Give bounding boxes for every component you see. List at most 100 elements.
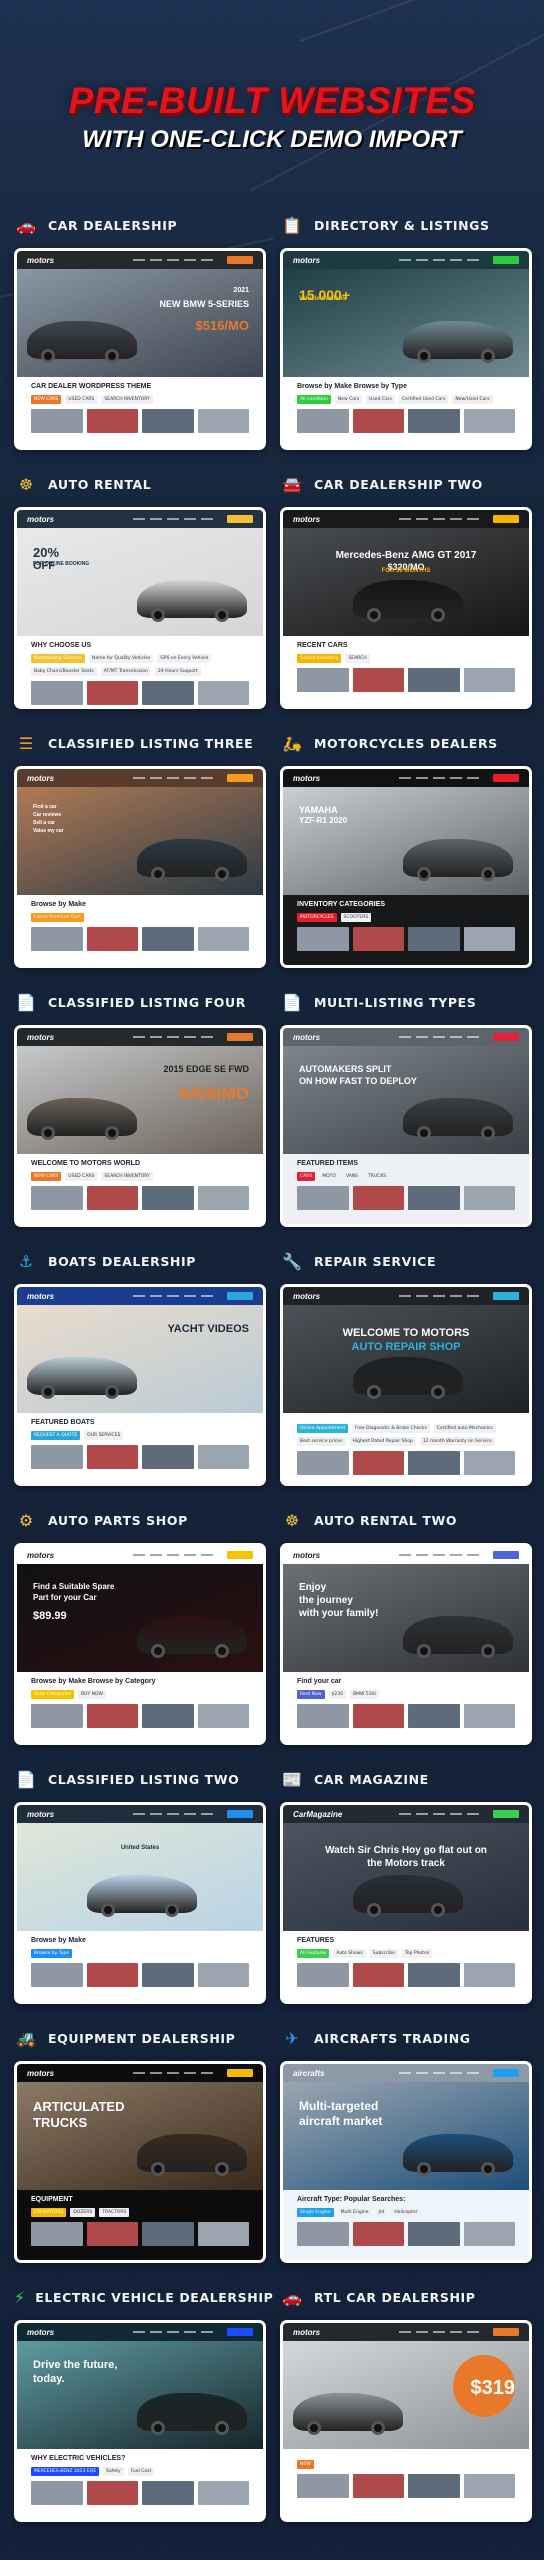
thumb-label: Top Photos — [401, 1949, 433, 1958]
demo-preview[interactable]: motors WELCOME TO MOTORS AUTO REPAIR SHOP… — [280, 1284, 532, 1486]
section-title: WHY CHOOSE US — [31, 642, 92, 649]
demo-row: 🚗 CAR DEALERSHIP motors 2021 NEW BMW 5-SE… — [0, 212, 544, 471]
preview-navbar: motors — [17, 1805, 263, 1823]
thumb-label: Auto Shows — [333, 1949, 366, 1958]
demo-rtl-car-dealership[interactable]: 🚗 RTL CAR DEALERSHIP motors $319 NEW — [280, 2284, 532, 2522]
preview-content: Browse by Make Browse by Type — [17, 1931, 263, 2001]
demo-title: MOTORCYCLES DEALERS — [314, 735, 498, 751]
demo-preview[interactable]: CarMagazine Watch Sir Chris Hoy go flat … — [280, 1802, 532, 2004]
demo-preview[interactable]: motors ARTICULATED TRUCKS EQUIPMENT EXCAV… — [14, 2061, 266, 2263]
demo-row: ⚡ ELECTRIC VEHICLE DEALERSHIP motors Dri… — [0, 2284, 544, 2543]
thumb-label: Shop Categories — [31, 1690, 75, 1699]
demo-preview[interactable]: motors United States Browse by Make Brow… — [14, 1802, 266, 2004]
demo-classified-listing-four[interactable]: 📄 CLASSIFIED LISTING FOUR motors 2015 ED… — [14, 989, 266, 1227]
preview-content: CAR DEALER WORDPRESS THEME NEW CARS USED … — [17, 377, 263, 447]
demo-boats-dealership[interactable]: ⚓ BOATS DEALERSHIP motors YACHT VIDEOS F… — [14, 1248, 266, 1486]
demo-row: ⚓ BOATS DEALERSHIP motors YACHT VIDEOS F… — [0, 1248, 544, 1507]
demo-preview[interactable]: motors 15 000+ Vehicle Available Browse b… — [280, 248, 532, 450]
demo-car-magazine[interactable]: 📰 CAR MAGAZINE CarMagazine Watch Sir Chr… — [280, 1766, 532, 2004]
thumb-label: Baby Chairs/Booster Seats — [31, 667, 97, 676]
demo-preview[interactable]: motors YAMAHA YZF-R1 2020 INVENTORY CATEG… — [280, 766, 532, 968]
thumb-label: MOTO — [319, 1172, 339, 1181]
demo-preview[interactable]: aircrafts Multi-targeted aircraft market … — [280, 2061, 532, 2263]
demo-directory-listings[interactable]: 📋 DIRECTORY & LISTINGS motors 15 000+ Veh… — [280, 212, 532, 450]
demo-preview[interactable]: motors 20% OFF FOR ONLINE BOOKING WHY CHOO… — [14, 507, 266, 709]
hero-text: Value my car — [33, 828, 64, 834]
lightning-icon: ⚡ — [14, 2287, 26, 2307]
demo-classified-listing-three[interactable]: ☰ CLASSIFIED LISTING THREE motors Find a… — [14, 730, 266, 968]
demo-repair-service[interactable]: 🔧 REPAIR SERVICE motors WELCOME TO MOTOR… — [280, 1248, 532, 1486]
demo-preview[interactable]: motors Enjoy the journey with your family!… — [280, 1543, 532, 1745]
thumb-label: VANS — [342, 1172, 362, 1181]
hero-text: ON HOW FAST TO DEPLOY — [299, 1076, 417, 1086]
preview-hero: 2015 EDGE SE FWD $458/MO — [17, 1046, 263, 1154]
preview-navbar: aircrafts — [283, 2064, 529, 2082]
demo-auto-rental-two[interactable]: ☸ AUTO RENTAL TWO motors Enjoy the journe… — [280, 1507, 532, 1745]
wheel-icon: ⚙ — [18, 1510, 34, 1530]
thumb-label: GPS on Every Vehicle — [157, 654, 212, 663]
demo-row: 📄 CLASSIFIED LISTING FOUR motors 2015 ED… — [0, 989, 544, 1248]
hero-text: Drive the future, — [33, 2359, 118, 2371]
thumb-label: Subscribe — [369, 1949, 398, 1958]
demo-preview[interactable]: motors Find a car Car reviews Sell a car Va… — [14, 766, 266, 968]
demo-multi-listing-types[interactable]: 📄 MULTI-LISTING TYPES motors AUTOMAKERS … — [280, 989, 532, 1227]
demo-classified-listing-two[interactable]: 📄 CLASSIFIED LISTING TWO motors United S… — [14, 1766, 266, 2004]
thumb-label: Fuel Cost — [127, 2467, 155, 2476]
preview-content: WHY ELECTRIC VEHICLES? MERCEDES-BENZ 202… — [17, 2449, 263, 2519]
demo-preview[interactable]: motors $319 NEW — [280, 2320, 532, 2522]
hero-text: Car reviews — [33, 812, 62, 818]
thumb-label: Outstanding Services — [31, 654, 86, 663]
thumb-label: Online Appointment — [297, 1424, 349, 1433]
demo-title: AIRCRAFTS TRADING — [314, 2030, 471, 2046]
document-icon: 📄 — [282, 992, 302, 1012]
preview-hero: Mercedes-Benz AMG GT 2017 $320/MO FOR 36 M… — [283, 528, 529, 636]
preview-logo: CarMagazine — [293, 1809, 343, 1819]
demo-row: 📄 CLASSIFIED LISTING TWO motors United S… — [0, 1766, 544, 2025]
promo-header: PRE-BUILT WEBSITES WITH ONE-CLICK DEMO I… — [0, 80, 544, 154]
demo-electric-vehicle-dealership[interactable]: ⚡ ELECTRIC VEHICLE DEALERSHIP motors Dri… — [14, 2284, 273, 2522]
section-title: CAR DEALER WORDPRESS THEME — [31, 383, 152, 390]
hero-text: Multi-targeted — [299, 2099, 379, 2113]
section-title: Find your car — [297, 1678, 342, 1685]
demo-preview[interactable]: motors Mercedes-Benz AMG GT 2017 $320/MO F… — [280, 507, 532, 709]
thumb-label: Used Cars — [366, 395, 395, 404]
demo-preview[interactable]: motors Drive the future, today. WHY ELECT… — [14, 2320, 266, 2522]
thumb-label: Browse by Type — [31, 1949, 73, 1958]
thumb-label: REQUEST A QUOTE — [31, 1431, 81, 1440]
demo-preview[interactable]: motors 2015 EDGE SE FWD $458/MO WELCOME T… — [14, 1025, 266, 1227]
demo-auto-parts-shop[interactable]: ⚙ AUTO PARTS SHOP motors Find a Suitable… — [14, 1507, 266, 1745]
preview-hero: AUTOMAKERS SPLIT ON HOW FAST TO DEPLOY — [283, 1046, 529, 1154]
demo-car-dealership[interactable]: 🚗 CAR DEALERSHIP motors 2021 NEW BMW 5-SE… — [14, 212, 266, 450]
demo-car-dealership-two[interactable]: 🚘 CAR DEALERSHIP TWO motors Mercedes-Ben… — [280, 471, 532, 709]
preview-content: WELCOME TO MOTORS WORLD NEW CARS USED CAR… — [17, 1154, 263, 1224]
preview-navbar: motors — [17, 2323, 263, 2341]
preview-logo: motors — [293, 255, 321, 265]
preview-logo: aircrafts — [293, 2068, 325, 2078]
demo-auto-rental[interactable]: ☸ AUTO RENTAL motors 20% OFF FOR ONLINE BO… — [14, 471, 266, 709]
demo-preview[interactable]: motors 2021 NEW BMW 5-SERIES $516/MO CAR D… — [14, 248, 266, 450]
hero-text: Part for your Car — [33, 1593, 97, 1602]
thumb-label: Name for Quality Vehicles — [89, 654, 154, 663]
demo-title: CAR DEALERSHIP TWO — [314, 476, 483, 492]
demo-preview[interactable]: motors AUTOMAKERS SPLIT ON HOW FAST TO DE… — [280, 1025, 532, 1227]
demo-equipment-dealership[interactable]: 🚜 EQUIPMENT DEALERSHIP motors ARTICULATE… — [14, 2025, 266, 2263]
preview-content: Browse by Make Browse by Type All condit… — [283, 377, 529, 447]
thumb-label: AT/MT Transmission — [100, 667, 151, 676]
demo-preview[interactable]: motors Find a Suitable Spare Part for you… — [14, 1543, 266, 1745]
hero-text: Vehicle Available — [299, 296, 348, 302]
preview-logo: motors — [27, 2327, 55, 2337]
demo-row: ☸ AUTO RENTAL motors 20% OFF FOR ONLINE BO… — [0, 471, 544, 730]
preview-hero: Drive the future, today. — [17, 2341, 263, 2449]
hero-text: the journey — [299, 1595, 353, 1606]
document-icon: 📄 — [16, 1769, 36, 1789]
demo-motorcycles-dealers[interactable]: 🛵 MOTORCYCLES DEALERS motors YAMAHA YZF-R… — [280, 730, 532, 968]
demo-title: EQUIPMENT DEALERSHIP — [48, 2030, 236, 2046]
thumb-label: All Features — [297, 1949, 330, 1958]
headline: PRE-BUILT WEBSITES — [68, 80, 476, 121]
car-icon: 🚗 — [282, 2287, 302, 2307]
preview-logo: motors — [293, 514, 321, 524]
demo-aircrafts-trading[interactable]: ✈ AIRCRAFTS TRADING aircrafts Multi-targ… — [280, 2025, 532, 2263]
demo-title: AUTO RENTAL TWO — [314, 1512, 458, 1528]
demo-preview[interactable]: motors YACHT VIDEOS FEATURED BOATS REQUE… — [14, 1284, 266, 1486]
demo-title: AUTO RENTAL — [48, 476, 152, 492]
